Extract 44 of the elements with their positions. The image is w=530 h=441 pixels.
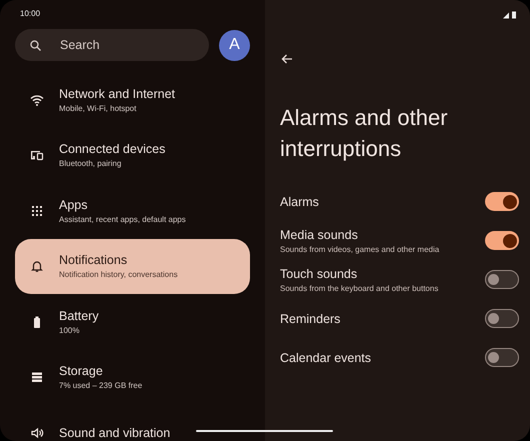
- signal-battery-icon: [502, 10, 519, 19]
- toggle-switch[interactable]: [485, 348, 519, 367]
- settings-menu-item[interactable]: Apps Assistant, recent apps, default apps: [15, 183, 250, 238]
- settings-menu-item[interactable]: Sound and vibration: [15, 405, 250, 441]
- menu-item-subtitle: 7% used – 239 GB free: [59, 381, 142, 390]
- back-arrow-icon[interactable]: [281, 53, 293, 65]
- option-title: Alarms: [280, 194, 319, 208]
- page-title: Alarms and other interruptions: [280, 104, 449, 163]
- status-time: 10:00: [20, 9, 42, 18]
- settings-menu-item[interactable]: Notifications Notification history, conversations: [15, 238, 250, 294]
- storage-icon: [30, 370, 44, 384]
- menu-item-title: Battery: [59, 308, 99, 323]
- menu-item-title: Notifications: [59, 253, 128, 268]
- settings-menu-item[interactable]: Network and Internet Mobile, Wi-Fi, hotspot: [15, 72, 250, 128]
- settings-menu-item[interactable]: Connected devices Bluetooth, pairing: [15, 128, 250, 183]
- toggle-switch[interactable]: [485, 231, 519, 250]
- settings-menu-item[interactable]: Battery 100%: [15, 294, 250, 350]
- option-subtitle: Sounds from the keyboard and other buttons: [280, 284, 438, 292]
- option-title: Calendar events: [280, 350, 372, 364]
- devices-icon: [30, 148, 44, 162]
- option-title: Touch sounds: [280, 266, 358, 280]
- option-title: Media sounds: [280, 228, 359, 242]
- menu-item-subtitle: Assistant, recent apps, default apps: [59, 214, 186, 224]
- option-title: Reminders: [280, 312, 340, 326]
- menu-item-subtitle: Bluetooth, pairing: [59, 159, 122, 168]
- wifi-icon: [30, 92, 44, 107]
- menu-item-title: Storage: [59, 364, 104, 378]
- toggle-switch[interactable]: [485, 309, 519, 328]
- apps-grid-icon: [30, 204, 44, 218]
- search-field[interactable]: Search: [15, 29, 209, 61]
- menu-item-subtitle: 100%: [59, 326, 80, 335]
- menu-item-title: Apps: [59, 198, 88, 212]
- menu-item-title: Network and Internet: [59, 86, 176, 101]
- option-subtitle: Sounds from videos, games and other media: [280, 244, 440, 254]
- account-avatar[interactable]: A: [219, 30, 250, 60]
- menu-item-subtitle: Mobile, Wi-Fi, hotspot: [59, 104, 138, 113]
- menu-item-title: Connected devices: [59, 142, 166, 156]
- menu-item-subtitle: Notification history, conversations: [59, 270, 178, 280]
- menu-item-title: Sound and vibration: [59, 426, 170, 440]
- bell-icon: [30, 259, 44, 274]
- toggle-switch[interactable]: [485, 270, 519, 289]
- toggle-switch[interactable]: [485, 192, 519, 211]
- speaker-icon: [30, 426, 44, 440]
- settings-menu-item[interactable]: Storage 7% used – 239 GB free: [15, 350, 250, 405]
